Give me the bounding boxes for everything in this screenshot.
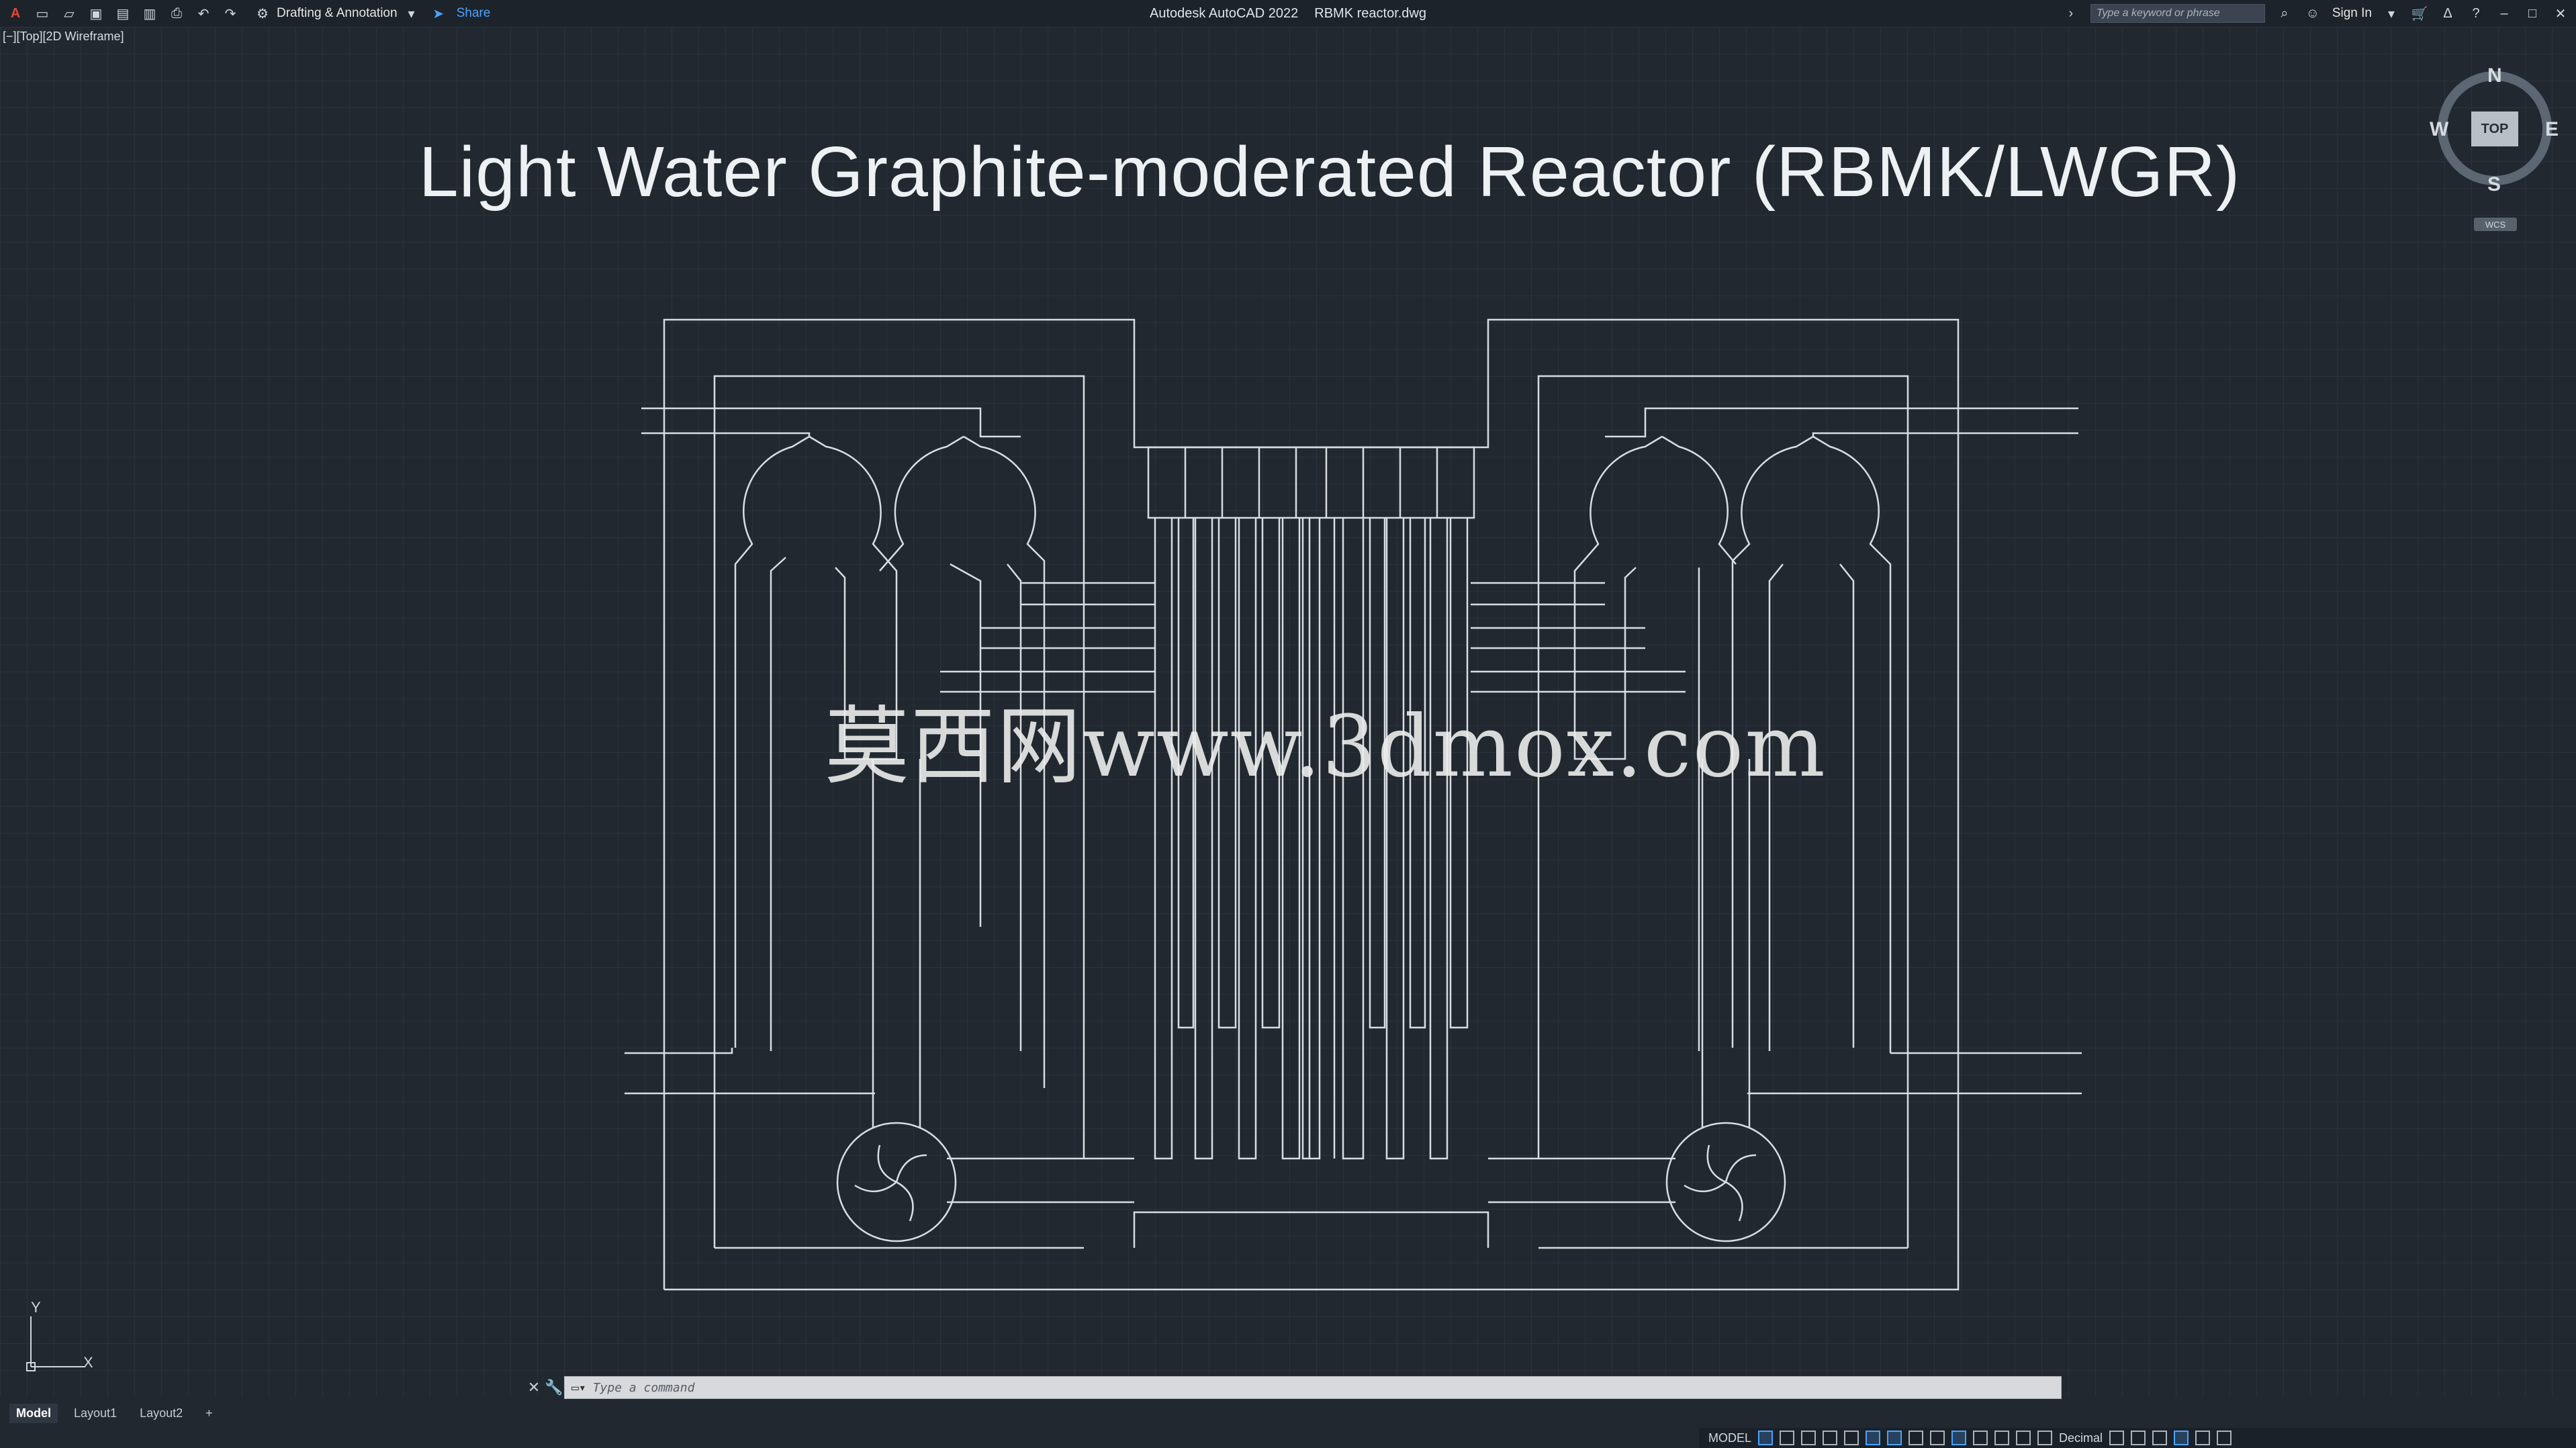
- object-snap-tracking-icon[interactable]: [1866, 1431, 1881, 1445]
- command-history-icon[interactable]: ▭▾: [571, 1381, 586, 1395]
- object-snap-icon[interactable]: [1887, 1431, 1902, 1445]
- isodraft-icon[interactable]: [1844, 1431, 1859, 1445]
- status-toggles: MODEL Decimal: [1699, 1428, 2576, 1448]
- isolate-objects-icon[interactable]: [2152, 1431, 2168, 1445]
- compass-north[interactable]: N: [2487, 64, 2502, 87]
- command-line: ✕ 🔧 ▭▾ Type a command: [524, 1375, 2062, 1400]
- annotation-monitor-icon[interactable]: [2037, 1431, 2053, 1445]
- left-loop-frame: [663, 318, 1960, 1291]
- main-circulation-pump-right: [1665, 1122, 1786, 1242]
- tab-layout2[interactable]: Layout2: [133, 1404, 189, 1423]
- close-command-icon[interactable]: ✕: [524, 1375, 544, 1400]
- graphics-performance-icon[interactable]: [2174, 1431, 2189, 1445]
- core-steam-pipes: [940, 582, 1686, 693]
- main-circulation-pump-left: [836, 1122, 957, 1242]
- customize-wrench-icon[interactable]: 🔧: [544, 1375, 564, 1400]
- add-layout-icon[interactable]: +: [199, 1404, 220, 1423]
- wcs-menu[interactable]: WCS: [2474, 218, 2517, 231]
- reactor-core: [1147, 446, 1475, 1160]
- annotation-scale-icon[interactable]: [1973, 1431, 1988, 1445]
- tab-layout1[interactable]: Layout1: [67, 1404, 124, 1423]
- viewcube[interactable]: TOP N S E W WCS: [2424, 64, 2565, 232]
- customization-menu-icon[interactable]: [2217, 1431, 2232, 1445]
- layout-tabs: Model Layout1 Layout2 +: [9, 1404, 220, 1423]
- grid-icon[interactable]: [1758, 1431, 1774, 1445]
- command-input[interactable]: ▭▾ Type a command: [564, 1376, 2062, 1399]
- units-dropdown[interactable]: Decimal: [2059, 1431, 2103, 1445]
- ortho-icon[interactable]: [1801, 1431, 1816, 1445]
- tab-model[interactable]: Model: [9, 1404, 58, 1423]
- workspace-gear-icon[interactable]: [2016, 1431, 2031, 1445]
- compass-south[interactable]: S: [2487, 173, 2501, 196]
- downcomers: [872, 759, 1751, 1204]
- selection-cycling-icon[interactable]: [1951, 1431, 1967, 1445]
- compass-west[interactable]: W: [2430, 118, 2448, 141]
- snap-icon[interactable]: [1780, 1431, 1795, 1445]
- lineweight-icon[interactable]: [1908, 1431, 1924, 1445]
- compass-east[interactable]: E: [2545, 118, 2559, 141]
- clean-screen-icon[interactable]: [2195, 1431, 2211, 1445]
- command-placeholder: Type a command: [592, 1380, 695, 1395]
- ucs-x-label: X: [83, 1354, 93, 1371]
- model-space-toggle[interactable]: MODEL: [1708, 1431, 1751, 1445]
- lock-ui-icon[interactable]: [2131, 1431, 2146, 1445]
- transparency-icon[interactable]: [1930, 1431, 1945, 1445]
- polar-icon[interactable]: [1823, 1431, 1838, 1445]
- ucs-y-label: Y: [31, 1299, 41, 1316]
- status-bar: Model Layout1 Layout2 + MODEL Decimal: [0, 1400, 2576, 1448]
- watermark-text: 莫西网www.3dmox.com: [825, 697, 1827, 796]
- viewcube-top-face[interactable]: TOP: [2471, 111, 2518, 146]
- quick-properties-icon[interactable]: [2109, 1431, 2125, 1445]
- annotation-visibility-icon[interactable]: [1994, 1431, 2010, 1445]
